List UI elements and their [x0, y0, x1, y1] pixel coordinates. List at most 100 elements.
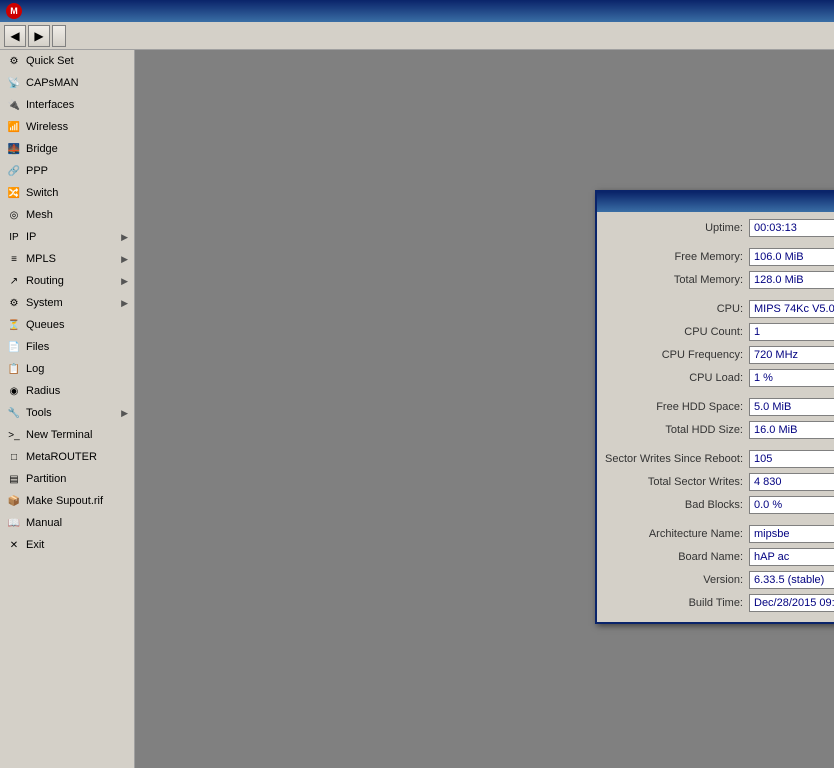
interfaces-icon: 🔌	[6, 97, 22, 113]
field-label-total-sector-writes: Total Sector Writes:	[603, 476, 743, 488]
quick-set-icon: ⚙	[6, 53, 22, 69]
routing-icon: ↗	[6, 273, 22, 289]
field-value-cpu: MIPS 74Kc V5.0	[749, 300, 834, 318]
field-label-version: Version:	[603, 574, 743, 586]
queues-label: Queues	[26, 319, 65, 331]
field-value-board: hAP ac	[749, 548, 834, 566]
dialog-titlebar: _ □ ✕	[597, 192, 834, 212]
field-value-cpu-freq: 720 MHz	[749, 346, 834, 364]
system-label: System	[26, 297, 63, 309]
sidebar-item-system[interactable]: ⚙System▶	[0, 292, 134, 314]
bridge-label: Bridge	[26, 143, 58, 155]
metarouter-icon: □	[6, 449, 22, 465]
field-row-cpu-count: CPU Count:1	[603, 322, 834, 342]
routing-label: Routing	[26, 275, 64, 287]
bridge-icon: 🌉	[6, 141, 22, 157]
field-label-build-time: Build Time:	[603, 597, 743, 609]
metarouter-label: MetaROUTER	[26, 451, 97, 463]
sidebar-item-bridge[interactable]: 🌉 Bridge	[0, 138, 134, 160]
sidebar-item-log[interactable]: 📋 Log	[0, 358, 134, 380]
field-label-arch: Architecture Name:	[603, 528, 743, 540]
sidebar-item-partition[interactable]: ▤ Partition	[0, 468, 134, 490]
sidebar-item-exit[interactable]: ✕ Exit	[0, 534, 134, 556]
system-icon: ⚙	[6, 295, 22, 311]
field-label-cpu-load: CPU Load:	[603, 372, 743, 384]
sidebar-item-manual[interactable]: 📖 Manual	[0, 512, 134, 534]
sidebar-item-metarouter[interactable]: □ MetaROUTER	[0, 446, 134, 468]
field-label-bad-blocks: Bad Blocks:	[603, 499, 743, 511]
field-row-total-sector-writes: Total Sector Writes: 4 830	[603, 472, 834, 492]
field-value-bad-blocks: 0.0 %	[749, 496, 834, 514]
content-area: _ □ ✕ Uptime:00:03:13 Free Memory:106.0 M…	[135, 50, 834, 768]
make-supout-label: Make Supout.rif	[26, 495, 103, 507]
resources-dialog: _ □ ✕ Uptime:00:03:13 Free Memory:106.0 M…	[595, 190, 834, 624]
sidebar-item-mpls[interactable]: ≡MPLS▶	[0, 248, 134, 270]
mesh-label: Mesh	[26, 209, 53, 221]
log-label: Log	[26, 363, 44, 375]
switch-label: Switch	[26, 187, 58, 199]
field-row-board: Board Name:hAP ac	[603, 547, 834, 567]
field-value-arch: mipsbe	[749, 525, 834, 543]
make-supout-icon: 📦	[6, 493, 22, 509]
sidebar-item-ppp[interactable]: 🔗PPP	[0, 160, 134, 182]
field-row-cpu: CPU: MIPS 74Kc V5.0	[603, 299, 834, 319]
sidebar-item-switch[interactable]: 🔀Switch	[0, 182, 134, 204]
sidebar-item-new-terminal[interactable]: >_New Terminal	[0, 424, 134, 446]
sidebar-item-tools[interactable]: 🔧Tools▶	[0, 402, 134, 424]
sidebar-item-wireless[interactable]: 📶 Wireless	[0, 116, 134, 138]
safe-mode-button[interactable]	[52, 25, 66, 47]
app-icon: M	[6, 3, 22, 19]
partition-label: Partition	[26, 473, 66, 485]
sidebar-item-files[interactable]: 📄Files	[0, 336, 134, 358]
field-label-total-hdd: Total HDD Size:	[603, 424, 743, 436]
field-value-total-sector-writes: 4 830	[749, 473, 834, 491]
field-label-cpu-count: CPU Count:	[603, 326, 743, 338]
field-label-cpu-freq: CPU Frequency:	[603, 349, 743, 361]
quick-set-label: Quick Set	[26, 55, 74, 67]
sidebar-item-quick-set[interactable]: ⚙ Quick Set	[0, 50, 134, 72]
ip-label: IP	[26, 231, 36, 243]
sidebar-item-capsman[interactable]: 📡CAPsMAN	[0, 72, 134, 94]
field-value-sector-writes-reboot: 105	[749, 450, 834, 468]
sidebar-item-radius[interactable]: ◉Radius	[0, 380, 134, 402]
log-icon: 📋	[6, 361, 22, 377]
title-bar: M	[0, 0, 834, 22]
sidebar-item-routing[interactable]: ↗ Routing ▶	[0, 270, 134, 292]
back-button[interactable]: ◀	[4, 25, 26, 47]
mpls-label: MPLS	[26, 253, 56, 265]
field-row-total-hdd: Total HDD Size:16.0 MiB	[603, 420, 834, 440]
field-value-cpu-load: 1 %	[749, 369, 834, 387]
field-label-total-memory: Total Memory:	[603, 274, 743, 286]
manual-label: Manual	[26, 517, 62, 529]
tools-icon: 🔧	[6, 405, 22, 421]
manual-icon: 📖	[6, 515, 22, 531]
ppp-label: PPP	[26, 165, 48, 177]
sidebar-item-interfaces[interactable]: 🔌Interfaces	[0, 94, 134, 116]
field-row-total-memory: Total Memory:128.0 MiB	[603, 270, 834, 290]
field-value-uptime: 00:03:13	[749, 219, 834, 237]
sidebar: ⚙ Quick Set 📡CAPsMAN🔌Interfaces 📶 Wireless 🌉 B…	[0, 50, 135, 768]
main-layout: ⚙ Quick Set 📡CAPsMAN🔌Interfaces 📶 Wireless 🌉 B…	[0, 50, 834, 768]
field-value-build-time: Dec/28/2015 09:13:47	[749, 594, 834, 612]
field-row-free-memory: Free Memory:106.0 MiB	[603, 247, 834, 267]
new-terminal-label: New Terminal	[26, 429, 92, 441]
field-label-free-hdd: Free HDD Space:	[603, 401, 743, 413]
forward-button[interactable]: ▶	[28, 25, 50, 47]
wireless-label: Wireless	[26, 121, 68, 133]
sidebar-item-ip[interactable]: IPIP▶	[0, 226, 134, 248]
field-value-free-hdd: 5.0 MiB	[749, 398, 834, 416]
field-row-uptime: Uptime:00:03:13	[603, 218, 834, 238]
sidebar-item-make-supout[interactable]: 📦 Make Supout.rif	[0, 490, 134, 512]
routing-arrow: ▶	[121, 276, 128, 287]
exit-label: Exit	[26, 539, 44, 551]
partition-icon: ▤	[6, 471, 22, 487]
field-label-cpu: CPU:	[603, 303, 743, 315]
sidebar-item-mesh[interactable]: ◎ Mesh	[0, 204, 134, 226]
field-row-build-time: Build Time: Dec/28/2015 09:13:47	[603, 593, 834, 613]
toolbar: ◀ ▶	[0, 22, 834, 50]
exit-icon: ✕	[6, 537, 22, 553]
field-row-sector-writes-reboot: Sector Writes Since Reboot:105	[603, 449, 834, 469]
mesh-icon: ◎	[6, 207, 22, 223]
wireless-icon: 📶	[6, 119, 22, 135]
sidebar-item-queues[interactable]: ⏳Queues	[0, 314, 134, 336]
